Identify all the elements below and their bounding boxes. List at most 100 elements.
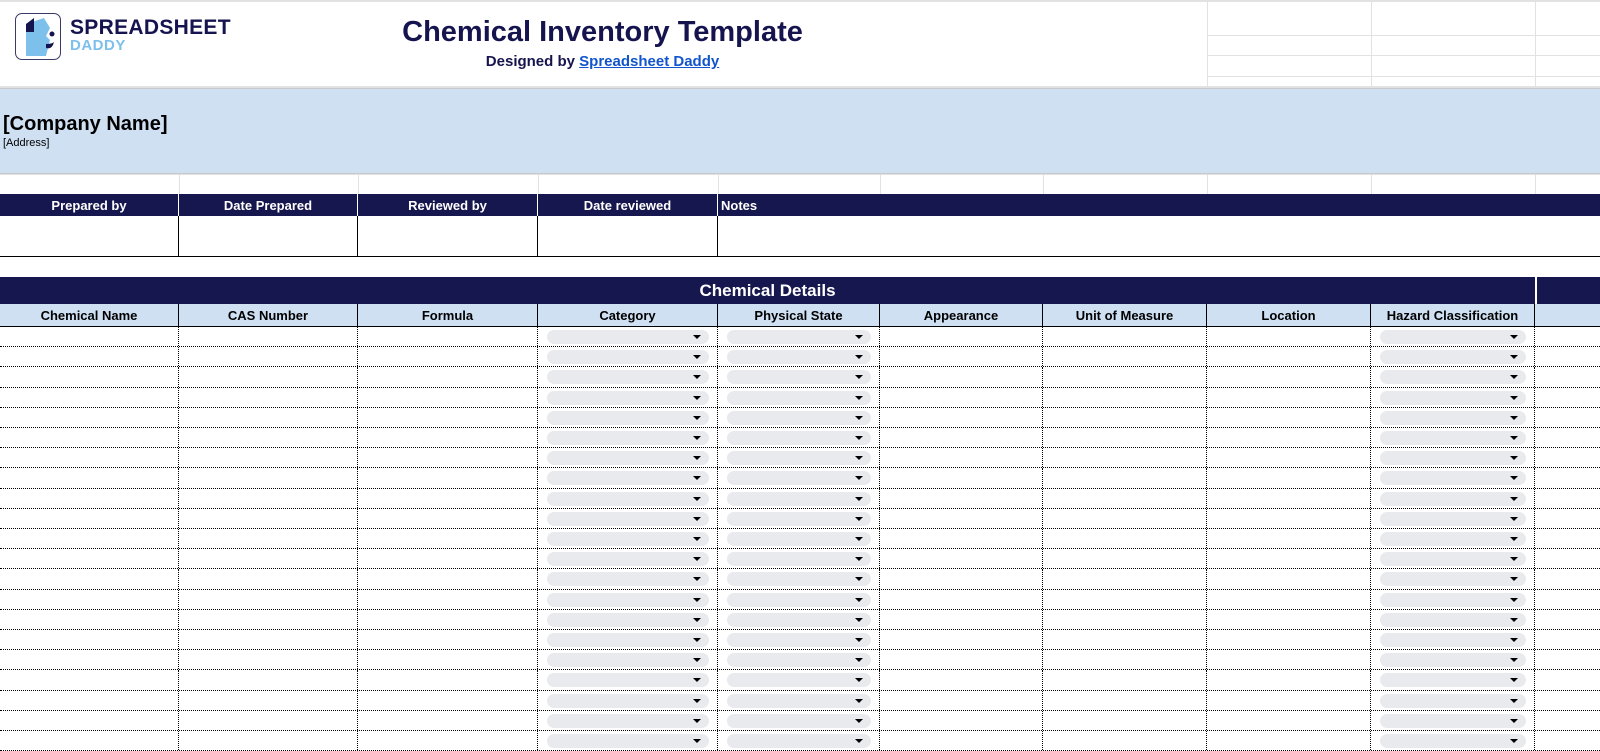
cell-appearance[interactable] [880,448,1043,468]
cell-unit-of-measure[interactable] [1043,630,1207,650]
cell-location[interactable] [1207,670,1371,690]
cell-physical-state[interactable] [718,488,880,508]
cell-physical-state[interactable] [718,347,880,367]
cell-unit-of-measure[interactable] [1043,387,1207,407]
cell-formula[interactable] [358,508,538,528]
cell-chemical-name[interactable] [0,549,179,569]
cell-formula[interactable] [358,367,538,387]
cell-formula[interactable] [358,710,538,730]
cell-hazard-classification[interactable] [1371,367,1535,387]
cell-cas-number[interactable] [179,347,358,367]
cell-chemical-name[interactable] [0,690,179,710]
cell-formula[interactable] [358,630,538,650]
cell-category[interactable] [538,529,718,549]
cell-unit-of-measure[interactable] [1043,367,1207,387]
cell-cas-number[interactable] [179,327,358,347]
cell-formula[interactable] [358,549,538,569]
dropdown-chevron-down-icon[interactable] [727,633,871,647]
cell-cas-number[interactable] [179,549,358,569]
cell-appearance[interactable] [880,731,1043,751]
dropdown-chevron-down-icon[interactable] [727,612,871,627]
cell-hazard-classification[interactable] [1371,670,1535,690]
cell-hazard-classification[interactable] [1371,589,1535,609]
cell-category[interactable] [538,549,718,569]
cell-physical-state[interactable] [718,407,880,427]
cell-physical-state[interactable] [718,670,880,690]
cell-location[interactable] [1207,468,1371,488]
company-name[interactable]: [Company Name] [3,113,167,136]
cell-category[interactable] [538,569,718,589]
cell-cas-number[interactable] [179,589,358,609]
cell-cas-number[interactable] [179,529,358,549]
company-address[interactable]: [Address] [3,137,49,149]
cell-physical-state[interactable] [718,630,880,650]
cell-chemical-name[interactable] [0,428,179,448]
cell-extra[interactable] [1535,388,1600,407]
cell-location[interactable] [1207,690,1371,710]
cell-unit-of-measure[interactable] [1043,407,1207,427]
cell-chemical-name[interactable] [0,630,179,650]
cell-physical-state[interactable] [718,327,880,347]
cell-chemical-name[interactable] [0,407,179,427]
cell-hazard-classification[interactable] [1371,529,1535,549]
cell-extra[interactable] [1535,630,1600,649]
cell-hazard-classification[interactable] [1371,448,1535,468]
cell-extra[interactable] [1535,610,1600,629]
cell-appearance[interactable] [880,468,1043,488]
cell-extra[interactable] [1535,327,1600,346]
dropdown-chevron-down-icon[interactable] [1380,491,1526,506]
cell-unit-of-measure[interactable] [1043,488,1207,508]
cell-hazard-classification[interactable] [1371,609,1535,629]
cell-appearance[interactable] [880,367,1043,387]
cell-extra[interactable] [1535,590,1600,609]
cell-location[interactable] [1207,367,1371,387]
cell-category[interactable] [538,710,718,730]
cell-unit-of-measure[interactable] [1043,327,1207,347]
cell-hazard-classification[interactable] [1371,569,1535,589]
dropdown-chevron-down-icon[interactable] [727,491,871,506]
dropdown-chevron-down-icon[interactable] [727,471,871,486]
cell-extra[interactable] [1535,448,1600,467]
cell-physical-state[interactable] [718,710,880,730]
dropdown-chevron-down-icon[interactable] [1380,511,1526,526]
dropdown-chevron-down-icon[interactable] [547,693,709,708]
prep-input-notes[interactable] [718,216,1600,256]
cell-location[interactable] [1207,569,1371,589]
cell-cas-number[interactable] [179,468,358,488]
cell-appearance[interactable] [880,508,1043,528]
cell-hazard-classification[interactable] [1371,428,1535,448]
cell-category[interactable] [538,387,718,407]
dropdown-chevron-down-icon[interactable] [727,390,871,405]
dropdown-chevron-down-icon[interactable] [547,511,709,526]
cell-unit-of-measure[interactable] [1043,650,1207,670]
cell-hazard-classification[interactable] [1371,731,1535,751]
cell-hazard-classification[interactable] [1371,710,1535,730]
dropdown-chevron-down-icon[interactable] [727,734,871,748]
cell-location[interactable] [1207,529,1371,549]
cell-appearance[interactable] [880,387,1043,407]
cell-appearance[interactable] [880,690,1043,710]
prep-input-reviewed-by[interactable] [358,216,538,256]
cell-cas-number[interactable] [179,387,358,407]
cell-extra[interactable] [1535,711,1600,730]
dropdown-chevron-down-icon[interactable] [1380,350,1526,365]
cell-formula[interactable] [358,569,538,589]
cell-hazard-classification[interactable] [1371,327,1535,347]
cell-physical-state[interactable] [718,448,880,468]
dropdown-chevron-down-icon[interactable] [727,350,871,365]
cell-appearance[interactable] [880,407,1043,427]
cell-chemical-name[interactable] [0,710,179,730]
dropdown-chevron-down-icon[interactable] [547,572,709,587]
dropdown-chevron-down-icon[interactable] [1380,673,1526,688]
cell-physical-state[interactable] [718,569,880,589]
cell-physical-state[interactable] [718,690,880,710]
cell-formula[interactable] [358,731,538,751]
dropdown-chevron-down-icon[interactable] [547,471,709,486]
dropdown-chevron-down-icon[interactable] [727,653,871,668]
cell-location[interactable] [1207,448,1371,468]
cell-cas-number[interactable] [179,630,358,650]
cell-formula[interactable] [358,448,538,468]
cell-chemical-name[interactable] [0,448,179,468]
prep-input-date-reviewed[interactable] [538,216,718,256]
cell-cas-number[interactable] [179,367,358,387]
